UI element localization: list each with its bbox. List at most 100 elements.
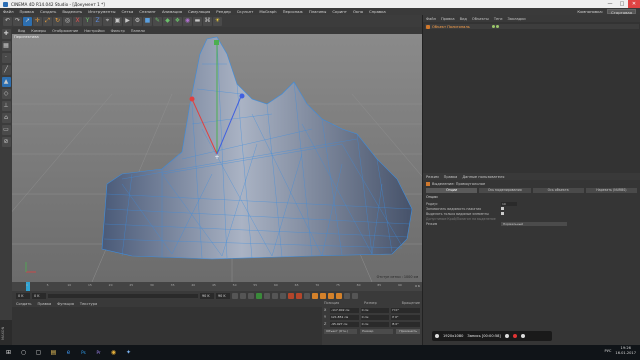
- autokey-icon[interactable]: [296, 292, 302, 299]
- tab-modeling-axis[interactable]: Ось моделирования: [479, 188, 531, 193]
- rotation-h-field[interactable]: H 0°: [391, 307, 421, 313]
- menu-render[interactable]: Рендер: [216, 9, 230, 14]
- camera-icon[interactable]: [435, 334, 439, 338]
- viewport-menu-display[interactable]: Отображение: [52, 29, 78, 33]
- size-z-field[interactable]: 0 см: [360, 321, 390, 327]
- chrome-icon[interactable]: ◉: [109, 348, 118, 357]
- perspective-viewport[interactable]: + Перспектива Отступ сетки : 1000 см: [12, 34, 422, 282]
- snap-icon[interactable]: ⌂: [1, 113, 11, 123]
- windows-start-icon[interactable]: ⊞: [4, 348, 13, 357]
- menu-create[interactable]: Создать: [40, 9, 56, 14]
- next-frame-icon[interactable]: [264, 292, 270, 299]
- current-frame-field[interactable]: 0 K: [32, 292, 46, 299]
- viewport-menu-view[interactable]: Вид: [18, 29, 25, 33]
- position-z-field[interactable]: -95.927 см: [330, 321, 359, 327]
- obj-menu-bookmarks[interactable]: Закладки: [507, 17, 525, 21]
- magnet-icon[interactable]: ⊘: [1, 137, 11, 147]
- rotation-p-field[interactable]: P 0°: [391, 314, 421, 320]
- redo-icon[interactable]: ↷: [13, 16, 22, 26]
- record-icon[interactable]: [288, 292, 294, 299]
- apply-button[interactable]: Применить: [396, 329, 420, 334]
- size-x-field[interactable]: 0 см: [360, 307, 390, 313]
- obj-menu-edit[interactable]: Правка: [441, 17, 455, 21]
- keyframe-selection-icon[interactable]: [304, 292, 310, 299]
- goto-start-icon[interactable]: [232, 292, 238, 299]
- menu-help[interactable]: Справка: [369, 9, 386, 14]
- material-manager-area[interactable]: [12, 307, 322, 345]
- menu-mograph[interactable]: MoGraph: [259, 9, 276, 14]
- menu-mesh[interactable]: Сетка: [121, 9, 133, 14]
- viewport-menu-options[interactable]: Настройки: [84, 29, 104, 33]
- layout-dropdown[interactable]: Стартовая: [607, 9, 636, 15]
- cube-icon[interactable]: ■: [143, 16, 152, 26]
- timeline-menu-icon[interactable]: [352, 292, 358, 299]
- obj-menu-tags[interactable]: Теги: [494, 17, 503, 21]
- model-icon[interactable]: ◇: [1, 89, 11, 99]
- floor-icon[interactable]: ▬: [193, 16, 202, 26]
- input-language[interactable]: РУС: [605, 349, 612, 353]
- viewport-menu-cameras[interactable]: Камеры: [31, 29, 46, 33]
- end-frame-field-2[interactable]: 90 K: [216, 292, 230, 299]
- z-axis-icon[interactable]: Z: [93, 16, 102, 26]
- points-icon[interactable]: ·: [1, 53, 11, 63]
- position-key-icon[interactable]: [312, 292, 318, 299]
- obj-menu-view[interactable]: Вид: [460, 17, 467, 21]
- materials-menu-edit[interactable]: Правка: [38, 302, 52, 306]
- materials-menu-texture[interactable]: Текстура: [80, 302, 97, 306]
- object-name[interactable]: Объект Полигональ: [432, 25, 470, 29]
- camera-icon[interactable]: ⌘: [203, 16, 212, 26]
- menu-simulate[interactable]: Симуляция: [188, 9, 210, 14]
- render-icon[interactable]: ▶: [123, 16, 132, 26]
- end-frame-field[interactable]: 90 K: [200, 292, 214, 299]
- x-axis-icon[interactable]: X: [73, 16, 82, 26]
- mode-dropdown[interactable]: Нормальный: [501, 221, 567, 226]
- recent-icon[interactable]: ◎: [63, 16, 72, 26]
- tolerant-checkbox[interactable]: [501, 207, 504, 210]
- goto-end-icon[interactable]: [280, 292, 286, 299]
- edges-icon[interactable]: ╱: [1, 65, 11, 75]
- visibility-flags[interactable]: [491, 25, 499, 28]
- explorer-icon[interactable]: ▤: [49, 348, 58, 357]
- param-key-icon[interactable]: [336, 292, 342, 299]
- attr-menu-mode[interactable]: Режим: [426, 175, 439, 179]
- polygons-icon[interactable]: ▲: [1, 77, 11, 87]
- menu-sculpt[interactable]: Скульпт: [237, 9, 254, 14]
- pla-key-icon[interactable]: [344, 292, 350, 299]
- axis-icon[interactable]: ⊥: [1, 101, 11, 111]
- viewport-menu-filter[interactable]: Фильтр: [111, 29, 125, 33]
- edge-icon[interactable]: e: [64, 348, 73, 357]
- object-row[interactable]: Объект Полигональ: [425, 24, 639, 29]
- workplane-icon[interactable]: ▭: [1, 125, 11, 135]
- coord-icon[interactable]: ⌖: [103, 16, 112, 26]
- radius-field[interactable]: 10: [501, 201, 517, 206]
- pen-icon[interactable]: ✎: [153, 16, 162, 26]
- y-axis-icon[interactable]: Y: [83, 16, 92, 26]
- search-icon[interactable]: ○: [19, 348, 28, 357]
- prev-key-icon[interactable]: [240, 292, 246, 299]
- texture-icon[interactable]: ▦: [1, 41, 11, 51]
- attr-menu-edit[interactable]: Правка: [444, 175, 458, 179]
- prev-frame-icon[interactable]: [248, 292, 254, 299]
- premiere-icon[interactable]: Pr: [94, 348, 103, 357]
- clock[interactable]: 19:26 16.01.2017: [615, 346, 636, 356]
- scale-key-icon[interactable]: [320, 292, 326, 299]
- menu-tools[interactable]: Инструменты: [88, 9, 115, 14]
- photoshop-icon[interactable]: Ps: [79, 348, 88, 357]
- menu-edit[interactable]: Правка: [20, 9, 34, 14]
- make-editable-icon[interactable]: ✚: [1, 29, 11, 39]
- menu-animate[interactable]: Анимация: [162, 9, 182, 14]
- position-y-field[interactable]: 121.851 см: [330, 314, 359, 320]
- menu-window[interactable]: Окно: [353, 9, 363, 14]
- tab-options[interactable]: Опции: [426, 188, 478, 193]
- materials-menu-create[interactable]: Создать: [16, 302, 32, 306]
- render-view-icon[interactable]: ▣: [113, 16, 122, 26]
- move-icon[interactable]: ✛: [33, 16, 42, 26]
- position-x-field[interactable]: -117.002 см: [330, 307, 359, 313]
- viewport-menu-panel[interactable]: Панели: [131, 29, 145, 33]
- maximize-button[interactable]: □: [616, 0, 628, 8]
- subdivision-icon[interactable]: ◆: [163, 16, 172, 26]
- render-visibility-icon[interactable]: [495, 25, 499, 28]
- play-icon[interactable]: [256, 292, 262, 299]
- menu-select[interactable]: Выделить: [62, 9, 82, 14]
- rotate-icon[interactable]: ↻: [53, 16, 62, 26]
